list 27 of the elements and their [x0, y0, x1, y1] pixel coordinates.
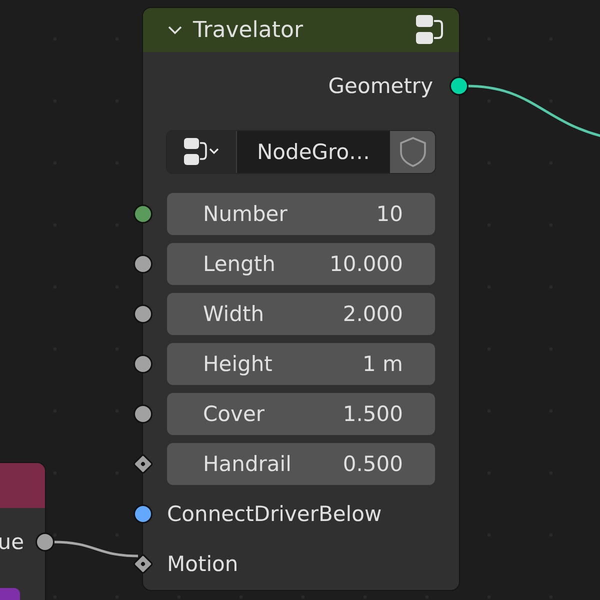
socket-icon[interactable]	[135, 306, 151, 322]
node-header	[0, 463, 45, 508]
socket-icon[interactable]	[135, 206, 151, 222]
node-title: Travelator	[193, 18, 304, 42]
socket-label: Geometry	[328, 74, 433, 98]
socket-icon[interactable]	[134, 456, 152, 472]
socket-icon[interactable]	[135, 406, 151, 422]
node-group-name-field[interactable]: NodeGro…	[237, 131, 390, 173]
value-field[interactable]: Length 10.000	[167, 243, 435, 285]
node-group-dropdown[interactable]	[167, 131, 237, 173]
socket-icon[interactable]	[451, 78, 467, 94]
value-field[interactable]: Cover 1.500	[167, 393, 435, 435]
socket-label: ue	[0, 530, 24, 554]
socket-icon[interactable]	[135, 356, 151, 372]
socket-icon[interactable]	[135, 256, 151, 272]
socket-label: ConnectDriverBelow	[167, 502, 382, 526]
socket-icon[interactable]	[135, 506, 151, 522]
node-group-icon	[415, 14, 445, 46]
value-field[interactable]: Number 10	[167, 193, 435, 235]
value-field[interactable]: Width 2.000	[167, 293, 435, 335]
socket-icon[interactable]	[134, 556, 152, 572]
value-field[interactable]: Handrail 0.500	[167, 443, 435, 485]
socket-label: Motion	[167, 552, 238, 576]
value-field[interactable]: Height 1 m	[167, 343, 435, 385]
node-group-icon	[182, 137, 220, 167]
socket-icon[interactable]	[37, 534, 53, 550]
fake-user-button[interactable]	[390, 131, 435, 173]
